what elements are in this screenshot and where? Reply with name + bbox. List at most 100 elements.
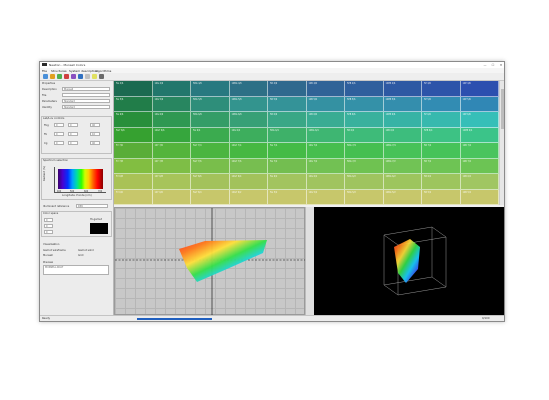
color-cell[interactable]: 5Y 6/6 [114, 189, 153, 205]
color-field-1[interactable]: 0 [44, 218, 53, 222]
color-cell[interactable]: 10PB 4/6 [383, 81, 422, 97]
spectrum-image[interactable] [58, 169, 103, 189]
color-cell[interactable]: 5B 6/2 [422, 174, 461, 190]
color-cell[interactable]: 10PB 6/6 [383, 112, 422, 128]
color-cell[interactable]: 5GY 7/4 [191, 143, 230, 159]
color-cell[interactable]: 5BG 5/6 [191, 96, 230, 112]
toolbar-tool-icon[interactable] [57, 74, 62, 79]
description-field[interactable]: Munsell [62, 87, 110, 91]
color-cell[interactable]: 5G 7/4 [268, 143, 307, 159]
color-cell[interactable]: 10G 7/4 [306, 143, 345, 159]
lab-row-b-field[interactable]: 0 [68, 123, 78, 127]
color-cell[interactable]: 10B 6/6 [306, 112, 345, 128]
color-cell[interactable]: 5GY 6/4 [191, 189, 230, 205]
scrollbar-thumb[interactable] [501, 89, 504, 129]
color-cell[interactable]: 10GY 6/6 [152, 127, 191, 143]
toolbar-tool-icon[interactable] [92, 74, 97, 79]
color-cell[interactable]: 10G 6/4 [229, 127, 268, 143]
color-cell[interactable]: 5Y 7/6 [114, 143, 153, 159]
color-cell[interactable]: 10BG 5/6 [229, 96, 268, 112]
color-cell[interactable]: 10Y 6/6 [152, 189, 191, 205]
color-cell[interactable]: 10B 6/2 [460, 174, 499, 190]
color-cell[interactable]: 5B 7/4 [422, 143, 461, 159]
color-cell[interactable]: 10PB 6/4 [460, 127, 499, 143]
color-cell[interactable]: 5B 4/6 [268, 81, 307, 97]
chromaticity-2d-plot[interactable] [114, 207, 306, 316]
color-field-2[interactable]: 0 [44, 224, 53, 228]
option-gamut-wireframe[interactable]: Gamut wireframe [43, 249, 66, 252]
preview-textarea[interactable]: MUNSELL.RCAT [43, 265, 109, 275]
color-cell[interactable]: 5Y 7/8 [114, 158, 153, 174]
lab-row-c-field[interactable]: 40 [90, 123, 100, 127]
toolbar-tool-icon[interactable] [78, 74, 83, 79]
file-field[interactable] [62, 93, 110, 97]
color-cell[interactable]: 5G 5/6 [114, 96, 153, 112]
option-gamut-solid[interactable]: Gamut solid [78, 249, 94, 252]
lab-row-a-field[interactable]: 0 [54, 123, 64, 127]
color-cell[interactable]: 10BG 7/2 [383, 158, 422, 174]
lab-row-b-field[interactable]: 0 [68, 141, 78, 145]
lab-row-a-field[interactable]: 0 [54, 141, 64, 145]
color-cell[interactable]: 5B 7/2 [422, 158, 461, 174]
color-cell[interactable]: 5PB 5/6 [345, 96, 384, 112]
color-cell[interactable]: 10BG 6/6 [229, 112, 268, 128]
color-cell[interactable]: 5G 6/2 [268, 174, 307, 190]
color-cell[interactable]: 10B 7/4 [460, 143, 499, 159]
color-cell[interactable]: 10BG 6/4 [306, 127, 345, 143]
color-cell[interactable]: 10B 4/6 [306, 81, 345, 97]
color-cell[interactable]: 5PB 4/6 [345, 81, 384, 97]
lab-row-c-field[interactable]: 40 [90, 141, 100, 145]
color-cell[interactable]: 5P 4/6 [422, 81, 461, 97]
color-cell[interactable]: 5GY 6/6 [114, 127, 153, 143]
toolbar-tool-icon[interactable] [64, 74, 69, 79]
color-cell[interactable]: 5B 5/6 [268, 96, 307, 112]
color-cell[interactable]: 10GY 7/6 [229, 158, 268, 174]
gamut-3d-view[interactable] [314, 207, 504, 315]
color-cell[interactable]: 5G 6/6 [114, 112, 153, 128]
color-cell[interactable]: 10BG 4/6 [229, 81, 268, 97]
color-cell[interactable]: 5BG 4/6 [191, 81, 230, 97]
toolbar-tool-icon[interactable] [50, 74, 55, 79]
color-cell[interactable]: 10B 5/2 [460, 189, 499, 205]
color-cell[interactable]: 10Y 7/6 [152, 143, 191, 159]
color-cell[interactable]: 5BG 6/2 [345, 174, 384, 190]
color-cell[interactable]: 5P 5/6 [422, 96, 461, 112]
parameters-field[interactable]: Standard [62, 99, 110, 103]
color-cell[interactable]: 5BG 7/2 [345, 158, 384, 174]
color-cell[interactable]: 10BG 7/4 [383, 143, 422, 159]
color-cell[interactable]: 10BG 6/2 [383, 174, 422, 190]
color-cell[interactable]: 10G 5/6 [152, 96, 191, 112]
color-cell[interactable]: 5B 6/4 [345, 127, 384, 143]
lab-row-a-field[interactable]: 0 [54, 132, 64, 136]
color-cell[interactable]: 10Y 7/8 [152, 158, 191, 174]
color-cell[interactable]: 5P 6/6 [422, 112, 461, 128]
option-grid[interactable]: Grid [78, 254, 83, 257]
color-cell[interactable]: 5G 7/2 [268, 158, 307, 174]
color-cell[interactable]: 10P 5/6 [460, 96, 499, 112]
color-cell[interactable]: 10BG 5/2 [383, 189, 422, 205]
color-field-3[interactable]: 0 [44, 230, 53, 234]
color-cell[interactable]: 10G 7/2 [306, 158, 345, 174]
identity-field[interactable]: Standard [62, 105, 110, 109]
toolbar-tool-icon[interactable] [71, 74, 76, 79]
color-cell[interactable]: 10P 6/6 [460, 112, 499, 128]
grid-vertical-scrollbar[interactable] [499, 81, 504, 205]
color-cell[interactable]: 10P 4/6 [460, 81, 499, 97]
color-cell[interactable]: 10G 6/2 [306, 174, 345, 190]
color-cell[interactable]: 10PB 5/6 [383, 96, 422, 112]
color-cell[interactable]: 10GY 6/4 [229, 174, 268, 190]
minimize-button[interactable]: — [481, 63, 489, 67]
color-cell[interactable]: 5B 6/6 [268, 112, 307, 128]
color-cell[interactable]: 5BG 5/2 [345, 189, 384, 205]
color-cell[interactable]: 5BG 6/4 [268, 127, 307, 143]
illuminant-select[interactable]: D65 [76, 204, 108, 208]
lab-row-c-field[interactable]: 10 [90, 132, 100, 136]
color-cell[interactable]: 5BG 7/4 [345, 143, 384, 159]
color-cell[interactable]: 10Y 6/8 [152, 174, 191, 190]
toolbar-tool-icon[interactable] [43, 74, 48, 79]
color-cell[interactable]: 5GY 6/6 [191, 174, 230, 190]
color-cell[interactable]: 10G 6/6 [152, 112, 191, 128]
color-cell[interactable]: 10GY 7/4 [229, 143, 268, 159]
toolbar-tool-icon[interactable] [99, 74, 104, 79]
color-cell[interactable]: 10B 6/4 [383, 127, 422, 143]
